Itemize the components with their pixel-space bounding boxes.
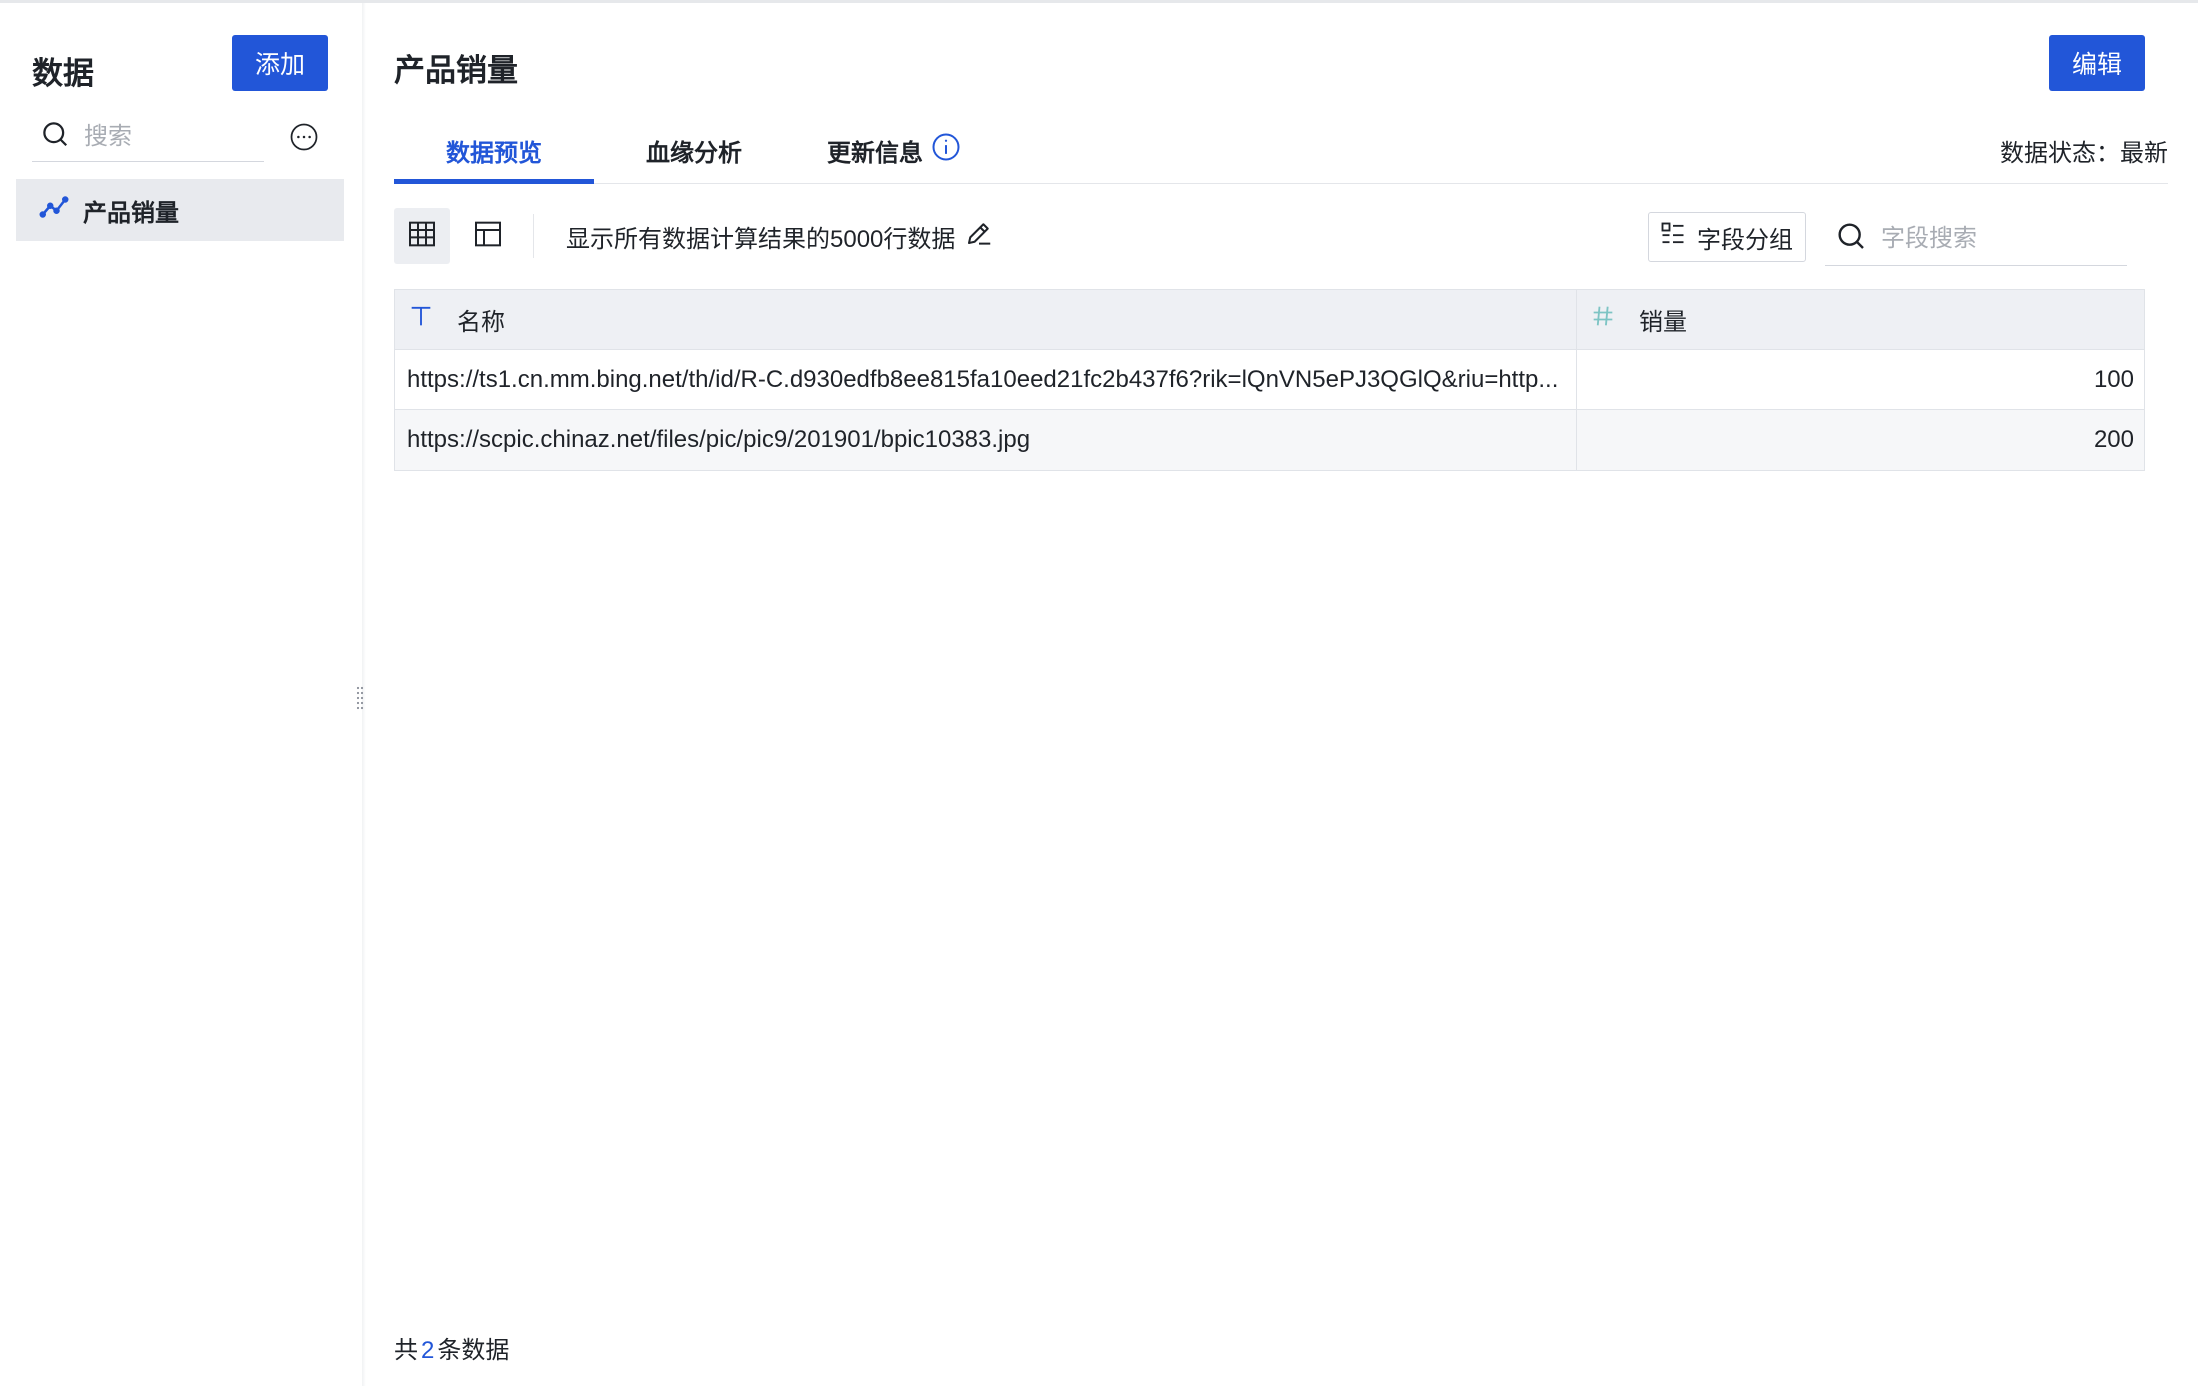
field-group-icon xyxy=(1649,220,1697,255)
cell-text: 100 xyxy=(2093,365,2134,393)
table-grid-icon xyxy=(406,218,438,255)
data-status: 数据状态：最新 xyxy=(2000,140,2168,167)
tab-label: 血缘分析 xyxy=(646,140,742,167)
layout-view-button[interactable] xyxy=(460,208,516,264)
resize-handle-icon[interactable] xyxy=(355,685,365,711)
page-title: 产品销量 xyxy=(394,53,518,88)
column-header-name[interactable]: 名称 xyxy=(395,290,1577,349)
row-limit-info: 显示所有数据计算结果的5000行数据 xyxy=(566,208,994,264)
table-cell-sales[interactable]: 100 xyxy=(1577,350,2144,409)
table-row[interactable]: https://scpic.chinaz.net/files/pic/pic9/… xyxy=(395,410,2144,470)
cell-text: https://scpic.chinaz.net/files/pic/pic9/… xyxy=(407,426,1031,453)
sidebar: 数据 添加 产品销量 xyxy=(0,3,362,1386)
search-icon xyxy=(1825,220,1867,257)
record-count-suffix: 条数据 xyxy=(437,1337,510,1364)
column-header-label: 名称 xyxy=(457,309,505,336)
tab-bar: 数据预览 血缘分析 更新信息 数据状态：最新 xyxy=(394,118,2168,184)
grid-view-button[interactable] xyxy=(394,208,450,264)
field-group-label: 字段分组 xyxy=(1697,226,1793,254)
sidebar-item-label: 产品销量 xyxy=(83,199,179,227)
text-type-icon xyxy=(407,302,435,337)
table-cell-name[interactable]: https://ts1.cn.mm.bing.net/th/id/R-C.d93… xyxy=(395,350,1577,409)
layout-icon xyxy=(472,218,504,255)
field-group-button[interactable]: 字段分组 xyxy=(1648,212,1806,262)
sidebar-search xyxy=(32,112,264,162)
table-cell-name[interactable]: https://scpic.chinaz.net/files/pic/pic9/… xyxy=(395,410,1577,470)
edit-button[interactable]: 编辑 xyxy=(2049,35,2145,91)
cell-text: 200 xyxy=(2093,426,2134,453)
field-search xyxy=(1825,212,2127,266)
info-icon[interactable] xyxy=(923,132,961,169)
sidebar-item-product-sales[interactable]: 产品销量 xyxy=(16,179,344,241)
table-cell-sales[interactable]: 200 xyxy=(1577,410,2144,470)
cell-text: https://ts1.cn.mm.bing.net/th/id/R-C.d93… xyxy=(407,365,1559,393)
add-button[interactable]: 添加 xyxy=(232,35,328,91)
row-limit-text: 显示所有数据计算结果的5000行数据 xyxy=(566,225,956,253)
search-icon xyxy=(32,119,70,154)
more-options-icon[interactable] xyxy=(289,122,319,152)
record-count-number: 2 xyxy=(421,1337,435,1364)
table-row[interactable]: https://ts1.cn.mm.bing.net/th/id/R-C.d93… xyxy=(395,350,2144,410)
sidebar-title: 数据 xyxy=(32,56,94,91)
tab-label: 更新信息 xyxy=(827,140,923,167)
line-chart-icon xyxy=(30,192,69,229)
tab-update-info[interactable]: 更新信息 xyxy=(794,118,994,183)
record-count-prefix: 共 xyxy=(394,1337,418,1364)
tab-data-preview[interactable]: 数据预览 xyxy=(394,118,594,184)
tab-label: 数据预览 xyxy=(446,140,542,167)
tab-lineage-analysis[interactable]: 血缘分析 xyxy=(594,118,794,183)
number-type-icon xyxy=(1589,302,1617,337)
data-table: 名称 销量 https://ts1.cn.mm.bing.net/th/id/R… xyxy=(394,289,2145,471)
edit-pencil-icon[interactable] xyxy=(955,218,994,255)
column-header-sales[interactable]: 销量 xyxy=(1577,290,2144,349)
toolbar-divider xyxy=(533,214,534,258)
column-header-label: 销量 xyxy=(1639,309,1687,336)
record-count: 共 2 条数据 xyxy=(394,1330,509,1365)
sidebar-search-input[interactable] xyxy=(84,122,234,151)
table-header-row: 名称 销量 xyxy=(395,290,2144,350)
field-search-input[interactable] xyxy=(1881,224,2101,253)
